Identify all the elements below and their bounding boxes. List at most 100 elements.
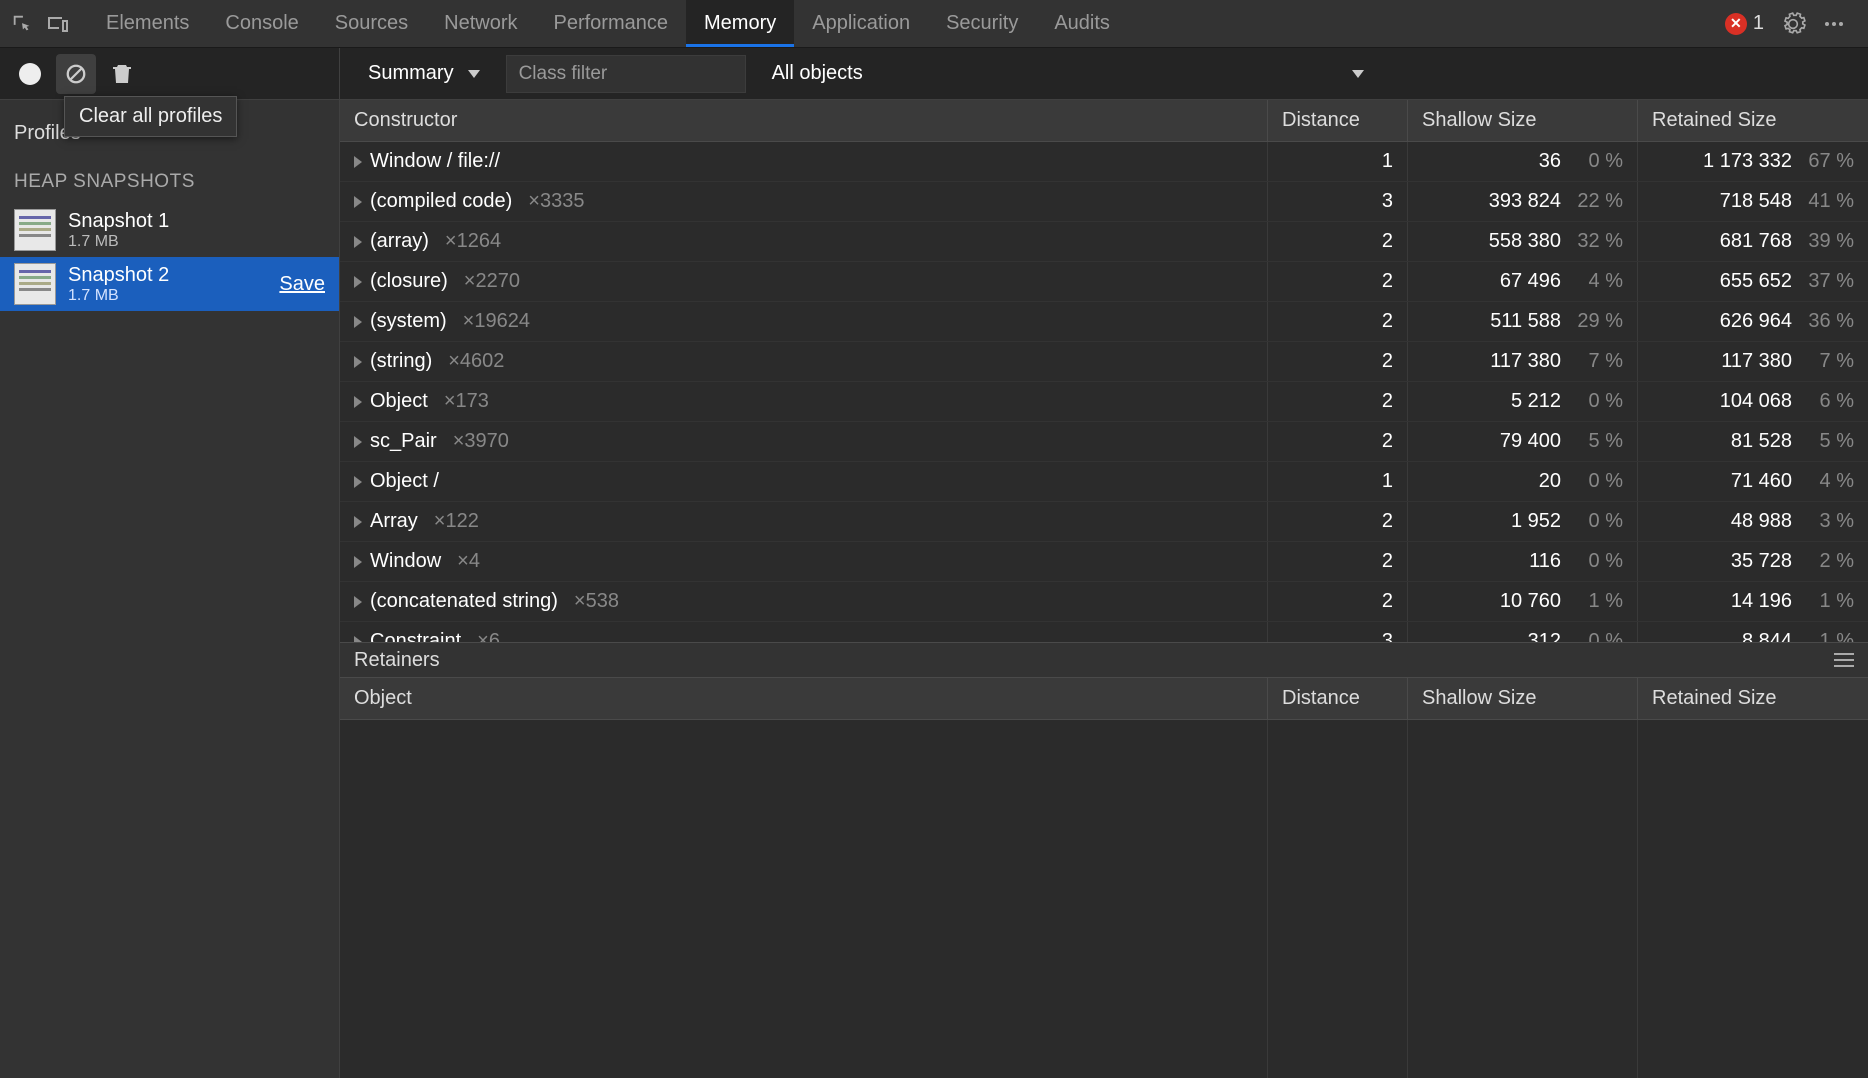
tab-console[interactable]: Console xyxy=(207,0,316,47)
tab-audits[interactable]: Audits xyxy=(1036,0,1128,47)
tab-performance[interactable]: Performance xyxy=(536,0,687,47)
save-link[interactable]: Save xyxy=(279,273,325,296)
cell-distance: 2 xyxy=(1268,382,1408,421)
table-row[interactable]: sc_Pair×3970279 4005 %81 5285 % xyxy=(340,422,1868,462)
memory-toolbar: Summary All objects xyxy=(0,48,1868,100)
tab-network[interactable]: Network xyxy=(426,0,535,47)
table-row[interactable]: (system)×196242511 58829 %626 96436 % xyxy=(340,302,1868,342)
header-constructor[interactable]: Constructor xyxy=(340,100,1268,141)
class-filter-input[interactable] xyxy=(506,55,746,93)
constructor-name: sc_Pair xyxy=(370,430,437,453)
table-row[interactable]: (string)×46022117 3807 %117 3807 % xyxy=(340,342,1868,382)
tab-security[interactable]: Security xyxy=(928,0,1036,47)
header-distance[interactable]: Distance xyxy=(1268,678,1408,719)
cell-distance: 2 xyxy=(1268,302,1408,341)
expand-icon[interactable] xyxy=(354,396,362,408)
constructor-name: (array) xyxy=(370,230,429,253)
expand-icon[interactable] xyxy=(354,276,362,288)
cell-retained: 71 4604 % xyxy=(1638,462,1868,501)
inspect-element-icon[interactable] xyxy=(4,6,40,42)
table-row[interactable]: (compiled code)×33353393 82422 %718 5484… xyxy=(340,182,1868,222)
cell-retained: 655 65237 % xyxy=(1638,262,1868,301)
cell-retained: 8 8441 % xyxy=(1638,622,1868,642)
header-retained[interactable]: Retained Size xyxy=(1638,100,1868,141)
cell-retained: 117 3807 % xyxy=(1638,342,1868,381)
cell-shallow: 3120 % xyxy=(1408,622,1638,642)
cell-shallow: 117 3807 % xyxy=(1408,342,1638,381)
snapshot-item[interactable]: Snapshot 11.7 MB xyxy=(0,203,339,257)
constructor-name: (closure) xyxy=(370,270,448,293)
scope-label: All objects xyxy=(772,62,863,85)
trash-icon xyxy=(112,63,132,85)
constructor-name: (concatenated string) xyxy=(370,590,558,613)
header-object[interactable]: Object xyxy=(340,678,1268,719)
table-row[interactable]: (array)×12642558 38032 %681 76839 % xyxy=(340,222,1868,262)
header-retained[interactable]: Retained Size xyxy=(1638,678,1868,719)
expand-icon[interactable] xyxy=(354,236,362,248)
error-badge[interactable]: ✕ 1 xyxy=(1725,12,1764,35)
error-count: 1 xyxy=(1753,12,1764,35)
clear-profiles-button[interactable] xyxy=(56,54,96,94)
cell-retained: 681 76839 % xyxy=(1638,222,1868,261)
cell-distance: 2 xyxy=(1268,542,1408,581)
delete-button[interactable] xyxy=(102,54,142,94)
table-header: Constructor Distance Shallow Size Retain… xyxy=(340,100,1868,142)
table-row[interactable]: (concatenated string)×538210 7601 %14 19… xyxy=(340,582,1868,622)
snapshot-item[interactable]: Snapshot 21.7 MBSave xyxy=(0,257,339,311)
cell-distance: 3 xyxy=(1268,182,1408,221)
table-row[interactable]: Array×12221 9520 %48 9883 % xyxy=(340,502,1868,542)
table-row[interactable]: Object /1200 %71 4604 % xyxy=(340,462,1868,502)
more-icon[interactable] xyxy=(1822,12,1846,36)
record-button[interactable] xyxy=(10,54,50,94)
constructor-count: ×122 xyxy=(434,510,479,533)
tab-elements[interactable]: Elements xyxy=(88,0,207,47)
constructor-count: ×1264 xyxy=(445,230,501,253)
table-row[interactable]: Object×17325 2120 %104 0686 % xyxy=(340,382,1868,422)
header-shallow[interactable]: Shallow Size xyxy=(1408,678,1638,719)
tab-memory[interactable]: Memory xyxy=(686,0,794,47)
table-row[interactable]: (closure)×2270267 4964 %655 65237 % xyxy=(340,262,1868,302)
view-mode-select[interactable]: Summary xyxy=(354,55,494,93)
cell-retained: 81 5285 % xyxy=(1638,422,1868,461)
expand-icon[interactable] xyxy=(354,476,362,488)
snapshot-thumb-icon xyxy=(14,263,56,305)
cell-retained: 14 1961 % xyxy=(1638,582,1868,621)
expand-icon[interactable] xyxy=(354,156,362,168)
scope-select[interactable]: All objects xyxy=(758,55,1378,93)
constructor-count: ×3335 xyxy=(528,190,584,213)
hamburger-icon[interactable] xyxy=(1834,651,1854,669)
expand-icon[interactable] xyxy=(354,316,362,328)
heap-snapshots-label: HEAP SNAPSHOTS xyxy=(0,153,339,203)
expand-icon[interactable] xyxy=(354,516,362,528)
header-distance[interactable]: Distance xyxy=(1268,100,1408,141)
expand-icon[interactable] xyxy=(354,436,362,448)
record-icon xyxy=(19,63,41,85)
snapshot-title: Snapshot 1 xyxy=(68,210,169,233)
tab-application[interactable]: Application xyxy=(794,0,928,47)
tab-sources[interactable]: Sources xyxy=(317,0,426,47)
tooltip: Clear all profiles xyxy=(64,96,237,137)
cell-shallow: 1160 % xyxy=(1408,542,1638,581)
device-toolbar-icon[interactable] xyxy=(40,6,76,42)
constructor-count: ×538 xyxy=(574,590,619,613)
cell-distance: 1 xyxy=(1268,142,1408,181)
expand-icon[interactable] xyxy=(354,596,362,608)
cell-retained: 626 96436 % xyxy=(1638,302,1868,341)
cell-shallow: 1 9520 % xyxy=(1408,502,1638,541)
table-body[interactable]: Window / file://1360 %1 173 33267 % (comp… xyxy=(340,142,1868,642)
expand-icon[interactable] xyxy=(354,556,362,568)
settings-icon[interactable] xyxy=(1780,11,1806,37)
table-row[interactable]: Constraint×633120 %8 8441 % xyxy=(340,622,1868,642)
table-row[interactable]: Window / file://1360 %1 173 33267 % xyxy=(340,142,1868,182)
table-row[interactable]: Window×421160 %35 7282 % xyxy=(340,542,1868,582)
constructor-count: ×4602 xyxy=(448,350,504,373)
snapshot-thumb-icon xyxy=(14,209,56,251)
ban-icon xyxy=(65,63,87,85)
expand-icon[interactable] xyxy=(354,196,362,208)
expand-icon[interactable] xyxy=(354,356,362,368)
header-shallow[interactable]: Shallow Size xyxy=(1408,100,1638,141)
retainers-title: Retainers xyxy=(354,649,440,672)
cell-shallow: 200 % xyxy=(1408,462,1638,501)
constructor-name: Object / xyxy=(370,470,439,493)
constructor-name: (compiled code) xyxy=(370,190,512,213)
